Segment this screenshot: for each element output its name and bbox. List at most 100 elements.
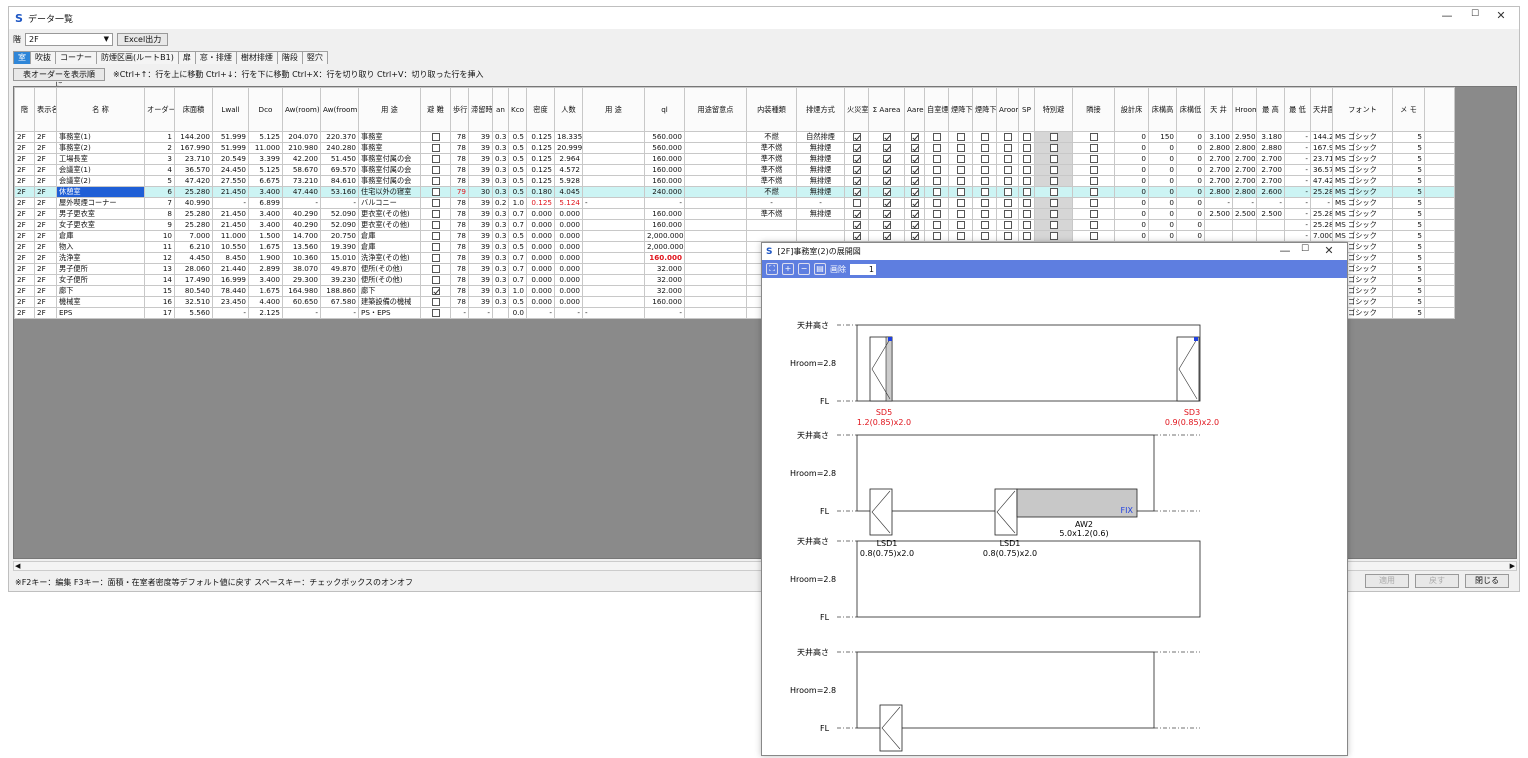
checkbox[interactable]: [956, 166, 965, 174]
table-cell[interactable]: 2.700: [1204, 153, 1233, 165]
checkbox[interactable]: [980, 188, 989, 196]
table-cell[interactable]: [904, 164, 925, 176]
table-cell[interactable]: 17: [144, 307, 175, 319]
table-cell[interactable]: 5: [1392, 142, 1425, 154]
table-cell[interactable]: 5: [1392, 285, 1425, 297]
checkbox[interactable]: [882, 199, 891, 207]
checkbox[interactable]: [980, 177, 989, 185]
table-cell[interactable]: 32.000: [644, 263, 685, 275]
table-cell[interactable]: 倉庫: [358, 241, 421, 253]
table-cell[interactable]: 0: [1148, 186, 1177, 198]
table-cell[interactable]: 2.700: [1232, 164, 1257, 176]
table-cell[interactable]: 0.000: [554, 230, 583, 242]
checkbox[interactable]: [882, 177, 891, 185]
table-cell[interactable]: 0: [1114, 230, 1149, 242]
table-cell[interactable]: 3.400: [248, 208, 283, 220]
table-cell[interactable]: 36.570: [1310, 164, 1333, 176]
table-cell[interactable]: -: [282, 197, 321, 209]
table-cell[interactable]: 廊下: [358, 285, 421, 297]
table-cell[interactable]: [924, 219, 949, 231]
table-cell[interactable]: 2F: [14, 252, 35, 264]
table-cell[interactable]: 0.000: [526, 263, 555, 275]
table-cell[interactable]: 3.100: [1204, 131, 1233, 143]
table-cell[interactable]: [1424, 252, 1455, 264]
checkbox[interactable]: [431, 254, 440, 262]
table-cell[interactable]: 3.399: [248, 153, 283, 165]
table-cell[interactable]: 0.000: [526, 252, 555, 264]
table-cell[interactable]: 67.580: [320, 296, 359, 308]
table-cell[interactable]: [1424, 164, 1455, 176]
table-cell[interactable]: 4.450: [174, 252, 213, 264]
table-cell[interactable]: 0.7: [508, 219, 527, 231]
table-cell[interactable]: [924, 186, 949, 198]
column-header[interactable]: 用途留意点: [684, 87, 747, 132]
checkbox[interactable]: [1049, 166, 1058, 174]
table-cell[interactable]: 2F: [14, 285, 35, 297]
table-cell[interactable]: 5: [1392, 263, 1425, 275]
checkbox[interactable]: [882, 166, 891, 174]
table-cell[interactable]: 1.675: [248, 241, 283, 253]
table-cell[interactable]: [1072, 153, 1115, 165]
table-cell[interactable]: [582, 153, 645, 165]
table-cell[interactable]: [1034, 230, 1073, 242]
table-cell[interactable]: 更衣室(その他): [358, 208, 421, 220]
table-cell[interactable]: 5: [1392, 252, 1425, 264]
table-cell[interactable]: PS・EPS: [358, 307, 421, 319]
checkbox[interactable]: [1049, 133, 1058, 141]
column-header[interactable]: 表示名: [34, 87, 57, 132]
table-cell[interactable]: 不燃: [746, 186, 797, 198]
checkbox[interactable]: [1003, 210, 1012, 218]
table-cell[interactable]: [420, 186, 451, 198]
table-cell[interactable]: [996, 131, 1019, 143]
table-cell[interactable]: 0.5: [508, 241, 527, 253]
table-cell[interactable]: [582, 230, 645, 242]
checkbox[interactable]: [910, 221, 919, 229]
table-cell[interactable]: 0.7: [508, 252, 527, 264]
maximize-button[interactable]: ☐: [1461, 9, 1489, 19]
table-cell[interactable]: [684, 208, 747, 220]
checkbox[interactable]: [852, 133, 861, 141]
table-cell[interactable]: [582, 219, 645, 231]
table-cell[interactable]: 39: [468, 175, 493, 187]
table-cell[interactable]: 0: [1114, 219, 1149, 231]
column-header[interactable]: 煙降下: [948, 87, 973, 132]
table-cell[interactable]: [972, 175, 997, 187]
door-sd3[interactable]: [1176, 336, 1200, 402]
checkbox[interactable]: [431, 276, 440, 284]
table-cell[interactable]: 58.670: [282, 164, 321, 176]
table-cell[interactable]: -: [212, 307, 249, 319]
table-cell[interactable]: 物入: [56, 241, 145, 253]
table-cell[interactable]: 78: [450, 219, 469, 231]
print-icon[interactable]: ▤: [814, 263, 826, 275]
table-cell[interactable]: 0.000: [526, 274, 555, 286]
table-cell[interactable]: [1424, 241, 1455, 253]
column-header[interactable]: 用 途: [358, 87, 421, 132]
table-cell[interactable]: 12: [144, 252, 175, 264]
checkbox[interactable]: [932, 177, 941, 185]
table-cell[interactable]: 2.964: [554, 153, 583, 165]
table-cell[interactable]: [1424, 131, 1455, 143]
table-cell[interactable]: 15.010: [320, 252, 359, 264]
table-cell[interactable]: 39.230: [320, 274, 359, 286]
table-cell[interactable]: -: [212, 197, 249, 209]
table-cell[interactable]: [972, 208, 997, 220]
table-cell[interactable]: 0.3: [492, 208, 509, 220]
table-cell[interactable]: MS ゴシック: [1332, 142, 1393, 154]
checkbox[interactable]: [431, 232, 440, 240]
table-cell[interactable]: [420, 252, 451, 264]
column-header[interactable]: 歩行: [450, 87, 469, 132]
checkbox[interactable]: [852, 155, 861, 163]
table-cell[interactable]: 0.3: [492, 263, 509, 275]
revert-button[interactable]: 戻す: [1415, 574, 1459, 588]
table-cell[interactable]: -: [1284, 142, 1311, 154]
table-cell[interactable]: [844, 131, 869, 143]
table-cell[interactable]: 17.490: [174, 274, 213, 286]
table-cell[interactable]: -: [746, 197, 797, 209]
table-cell[interactable]: 78: [450, 175, 469, 187]
table-cell[interactable]: [582, 274, 645, 286]
table-cell[interactable]: -: [644, 197, 685, 209]
table-cell[interactable]: [868, 186, 905, 198]
table-cell[interactable]: [996, 219, 1019, 231]
table-cell[interactable]: 30: [468, 186, 493, 198]
table-cell[interactable]: 0.3: [492, 142, 509, 154]
